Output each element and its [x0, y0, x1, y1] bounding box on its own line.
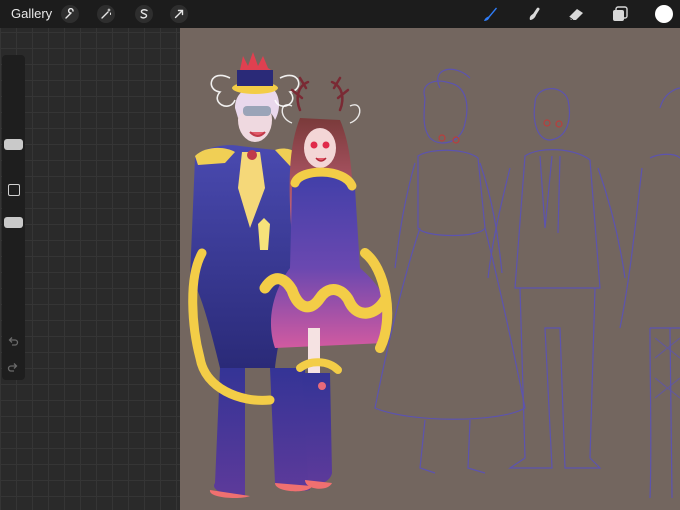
opacity-slider-handle[interactable]: [4, 217, 23, 228]
layers-icon[interactable]: [610, 4, 630, 24]
brush-size-slider-handle[interactable]: [4, 139, 23, 150]
magic-wand-icon[interactable]: [97, 5, 115, 23]
color-picker-swatch[interactable]: [655, 5, 673, 23]
gallery-button[interactable]: Gallery: [11, 6, 52, 21]
brush-icon[interactable]: [480, 4, 500, 24]
top-toolbar: Gallery: [0, 0, 680, 28]
artwork: [188, 52, 680, 499]
wrench-icon[interactable]: [61, 5, 79, 23]
undo-icon[interactable]: [7, 335, 20, 347]
smudge-icon[interactable]: [524, 4, 544, 24]
drawing-canvas[interactable]: [180, 28, 680, 510]
redo-icon[interactable]: [7, 361, 20, 373]
modify-button[interactable]: [8, 184, 20, 196]
transform-arrow-icon[interactable]: [170, 5, 188, 23]
sketch-figures: [374, 68, 680, 499]
selection-s-icon[interactable]: [135, 5, 153, 23]
left-sidebar: [2, 55, 25, 380]
eraser-icon[interactable]: [566, 4, 586, 24]
